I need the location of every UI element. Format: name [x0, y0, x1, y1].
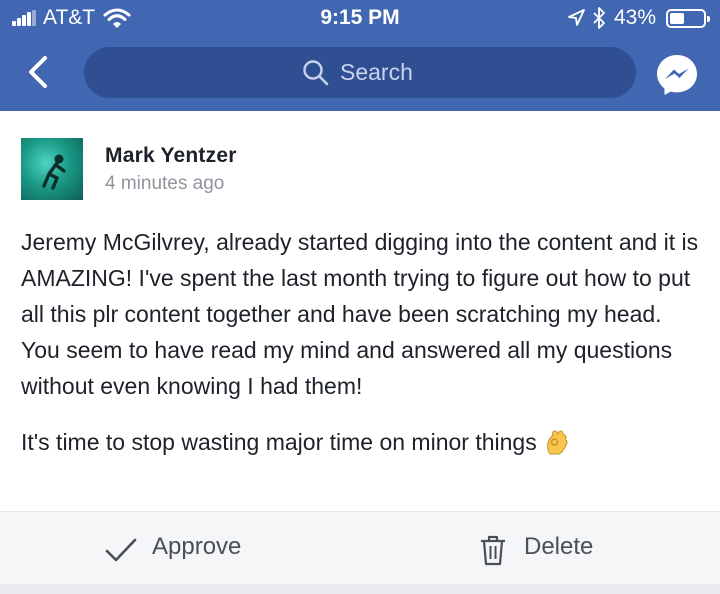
location-icon — [568, 9, 585, 26]
post-card: Mark Yentzer 4 minutes ago Jeremy McGilv… — [0, 111, 720, 511]
search-input[interactable]: Search — [84, 47, 636, 98]
status-time: 9:15 PM — [320, 6, 400, 29]
post-paragraph-text: It's time to stop wasting major time on … — [21, 429, 537, 455]
battery-fill — [670, 13, 684, 24]
bottom-divider — [0, 584, 720, 594]
post-paragraph: Jeremy McGilvrey, already started diggin… — [21, 229, 699, 399]
battery-icon — [666, 9, 710, 28]
delete-button[interactable]: Delete — [474, 512, 634, 585]
author-name[interactable]: Mark Yentzer — [105, 144, 237, 168]
chevron-left-icon[interactable] — [24, 54, 54, 90]
search-placeholder: Search — [340, 59, 413, 85]
ok-hand-emoji-icon — [546, 430, 568, 455]
messenger-icon[interactable] — [655, 53, 699, 97]
app-header: AT&T 9:15 PM 43% Search — [0, 0, 720, 111]
checkmark-icon — [105, 538, 137, 562]
battery-percent: 43% — [614, 6, 657, 29]
approve-button[interactable]: Approve — [100, 512, 280, 585]
diver-silhouette — [42, 154, 66, 190]
post-body: Jeremy McGilvrey, already started diggin… — [21, 224, 701, 480]
moderation-action-bar: Approve Delete — [0, 511, 720, 584]
trash-icon — [481, 535, 505, 566]
search-icon — [303, 60, 329, 86]
post-paragraph: It's time to stop wasting major time on … — [21, 424, 701, 460]
delete-label: Delete — [524, 533, 594, 560]
avatar[interactable] — [21, 138, 83, 200]
bluetooth-icon — [593, 7, 605, 29]
approve-label: Approve — [152, 533, 242, 560]
post-timestamp[interactable]: 4 minutes ago — [105, 173, 224, 195]
status-bar: AT&T 9:15 PM 43% — [0, 0, 720, 36]
